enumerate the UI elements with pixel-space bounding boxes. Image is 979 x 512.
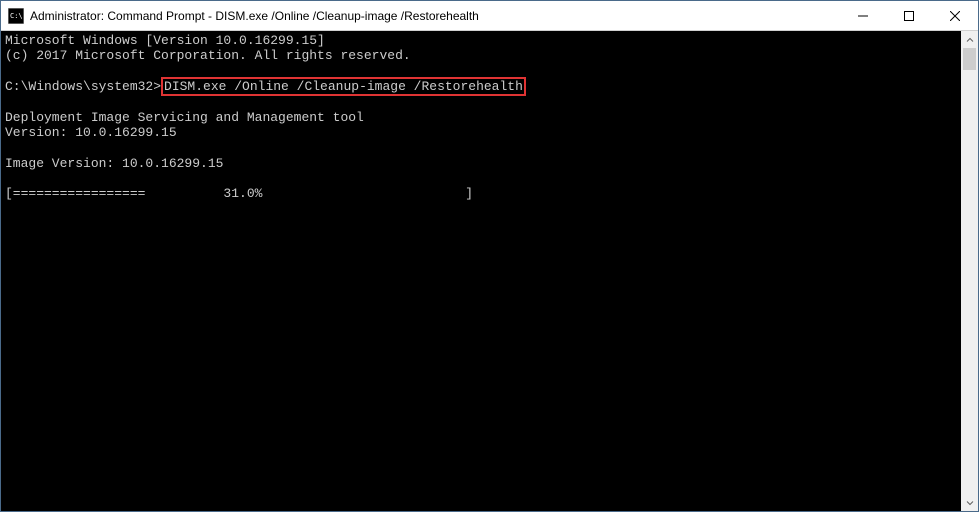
command-text: DISM.exe /Online /Cleanup-image /Restore… xyxy=(164,79,523,94)
prompt-text: C:\Windows\system32> xyxy=(5,79,161,94)
command-highlight: DISM.exe /Online /Cleanup-image /Restore… xyxy=(161,77,526,96)
minimize-icon xyxy=(858,11,868,21)
console-area: Microsoft Windows [Version 10.0.16299.15… xyxy=(1,31,978,511)
chevron-up-icon xyxy=(966,36,974,44)
window-controls xyxy=(840,1,978,30)
scroll-track[interactable] xyxy=(961,48,978,494)
image-version-line: Image Version: 10.0.16299.15 xyxy=(5,156,223,171)
titlebar[interactable]: C:\ Administrator: Command Prompt - DISM… xyxy=(1,1,978,31)
close-button[interactable] xyxy=(932,1,978,30)
chevron-down-icon xyxy=(966,499,974,507)
minimize-button[interactable] xyxy=(840,1,886,30)
copyright-line: (c) 2017 Microsoft Corporation. All righ… xyxy=(5,48,411,63)
dism-version-line: Version: 10.0.16299.15 xyxy=(5,125,177,140)
command-prompt-window: C:\ Administrator: Command Prompt - DISM… xyxy=(0,0,979,512)
scroll-down-button[interactable] xyxy=(961,494,978,511)
os-version-line: Microsoft Windows [Version 10.0.16299.15… xyxy=(5,33,325,48)
cmd-icon: C:\ xyxy=(8,8,24,24)
maximize-button[interactable] xyxy=(886,1,932,30)
svg-text:C:\: C:\ xyxy=(10,12,23,20)
progress-bar-line: [================= 31.0% ] xyxy=(5,186,473,201)
console-output[interactable]: Microsoft Windows [Version 10.0.16299.15… xyxy=(1,31,961,511)
scroll-up-button[interactable] xyxy=(961,31,978,48)
dism-tool-line: Deployment Image Servicing and Managemen… xyxy=(5,110,364,125)
close-icon xyxy=(950,11,960,21)
window-title: Administrator: Command Prompt - DISM.exe… xyxy=(30,9,840,23)
maximize-icon xyxy=(904,11,914,21)
vertical-scrollbar[interactable] xyxy=(961,31,978,511)
scroll-thumb[interactable] xyxy=(963,48,976,70)
